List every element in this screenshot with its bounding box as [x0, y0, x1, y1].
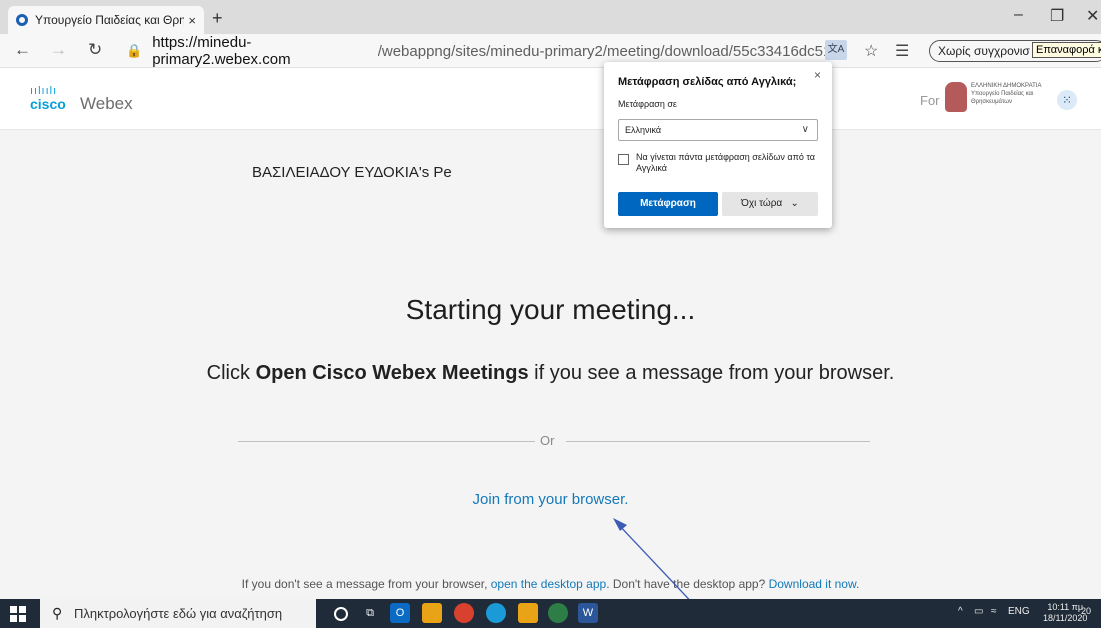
language-indicator[interactable]: ENG [1008, 606, 1030, 617]
folder-icon[interactable] [518, 603, 538, 623]
lock-icon: 🔒 [126, 43, 143, 58]
windows-taskbar: ⚲ Πληκτρολογήστε εδώ για αναζήτηση ⧉ O W… [0, 599, 1101, 628]
close-window-button[interactable]: ✕ [1086, 6, 1099, 26]
tab-title: Υπουργείο Παιδείας και Θρησκ... [35, 13, 185, 27]
taskbar-search[interactable]: ⚲ Πληκτρολογήστε εδώ για αναζήτηση [40, 599, 316, 628]
open-webex-emphasis: Open Cisco Webex Meetings [255, 362, 529, 384]
chevron-down-icon: ∨ [801, 124, 809, 135]
address-bar[interactable]: 🔒 https://minedu-primary2.webex.com /web… [126, 34, 836, 68]
refresh-icon[interactable]: ↻ [88, 40, 102, 60]
webex-app-icon[interactable] [548, 603, 568, 623]
translate-icon[interactable]: 文A [825, 40, 847, 60]
browser-tab[interactable]: Υπουργείο Παιδείας και Θρησκ... × [8, 6, 204, 34]
edge-icon[interactable] [486, 603, 506, 623]
address-toolbar: ← → ↻ 🔒 https://minedu-primary2.webex.co… [0, 34, 1101, 68]
windows-start-icon[interactable] [10, 606, 26, 622]
file-explorer-icon[interactable] [422, 603, 442, 623]
webex-favicon-icon [16, 14, 28, 26]
or-label: Or [540, 433, 555, 448]
task-view-icon[interactable]: ⧉ [360, 603, 380, 623]
tab-strip: Υπουργείο Παιδείας και Θρησκ... × + – ❐ … [0, 0, 1101, 34]
word-icon[interactable]: W [578, 603, 598, 623]
popup-close-icon[interactable]: × [814, 68, 821, 82]
battery-icon[interactable]: ▭ [974, 606, 983, 617]
webex-wordmark: Webex [80, 94, 133, 113]
ministry-name: ΕΛΛΗΝΙΚΗ ΔΗΜΟΚΡΑΤΙΑ Υπουργείο Παιδείας κ… [971, 83, 1042, 105]
language-select[interactable]: Ελληνικά ∨ [618, 119, 818, 141]
cisco-bars-icon: ıılıılı [30, 85, 58, 97]
user-avatar[interactable]: ⁙ [1057, 90, 1077, 110]
favorites-list-icon[interactable]: ☰ [895, 41, 909, 61]
footnote: If you don't see a message from your bro… [241, 577, 860, 591]
download-now-link[interactable]: Download it now. [769, 577, 860, 591]
maximize-button[interactable]: ❐ [1050, 6, 1064, 26]
starting-heading: Starting your meeting... [405, 294, 696, 325]
tab-close-icon[interactable]: × [188, 13, 196, 28]
tray-chevron-icon[interactable]: ^ [958, 606, 963, 617]
webex-header: ıılıılı cisco Webex For ΕΛΛΗΝΙΚΗ ΔΗΜΟΚΡΑ… [0, 68, 1101, 130]
forward-arrow-icon[interactable]: → [50, 40, 67, 60]
join-from-browser-link[interactable]: Join from your browser. [0, 491, 1101, 508]
url-host: https://minedu-primary2.webex.com [152, 34, 291, 68]
back-arrow-icon[interactable]: ← [14, 40, 31, 60]
not-now-button[interactable]: Όχι τώρα ⌄ [722, 192, 818, 216]
meeting-host-title: ΒΑΣΙΛΕΙΑΔΟΥ ΕΥΔΟΚΙΑ's Pe [252, 164, 452, 181]
search-icon: ⚲ [52, 605, 63, 621]
chrome-icon[interactable] [454, 603, 474, 623]
wifi-icon[interactable]: ≈ [991, 606, 997, 617]
outlook-icon[interactable]: O [390, 603, 410, 623]
translate-popup: Μετάφραση σελίδας από Αγγλικά; × Μετάφρα… [604, 62, 832, 228]
always-translate-checkbox[interactable] [618, 154, 629, 165]
divider-left [238, 441, 535, 442]
not-now-chevron-icon: ⌄ [790, 198, 799, 209]
notification-count[interactable]: 20 [1081, 606, 1091, 616]
minimize-button[interactable]: – [1014, 6, 1023, 24]
search-placeholder: Πληκτρολογήστε εδώ για αναζήτηση [74, 606, 283, 621]
url-path: /webappng/sites/minedu-primary2/meeting/… [377, 42, 836, 60]
sync-label: Χωρίς συγχρονισ [938, 44, 1030, 58]
translate-to-label: Μετάφραση σε [618, 99, 677, 109]
translate-button[interactable]: Μετάφραση [618, 192, 718, 216]
for-label: For [920, 93, 940, 108]
translate-title: Μετάφραση σελίδας από Αγγλικά; [618, 76, 797, 88]
cortana-icon[interactable] [334, 607, 348, 621]
cisco-logo[interactable]: ıılıılı cisco [30, 85, 66, 113]
open-desktop-app-link[interactable]: open the desktop app [491, 577, 606, 591]
cisco-wordmark: cisco [30, 96, 66, 112]
divider-right [566, 441, 870, 442]
always-translate-label: Να γίνεται πάντα μετάφραση σελίδων από τ… [636, 152, 815, 173]
sync-tooltip: Επαναφορά κάτ [1032, 42, 1101, 58]
ministry-crest-icon [945, 82, 967, 112]
instruction-text: Click Open Cisco Webex Meetings if you s… [206, 362, 895, 384]
favorite-star-icon[interactable]: ☆ [864, 41, 878, 61]
new-tab-button[interactable]: + [212, 8, 223, 29]
